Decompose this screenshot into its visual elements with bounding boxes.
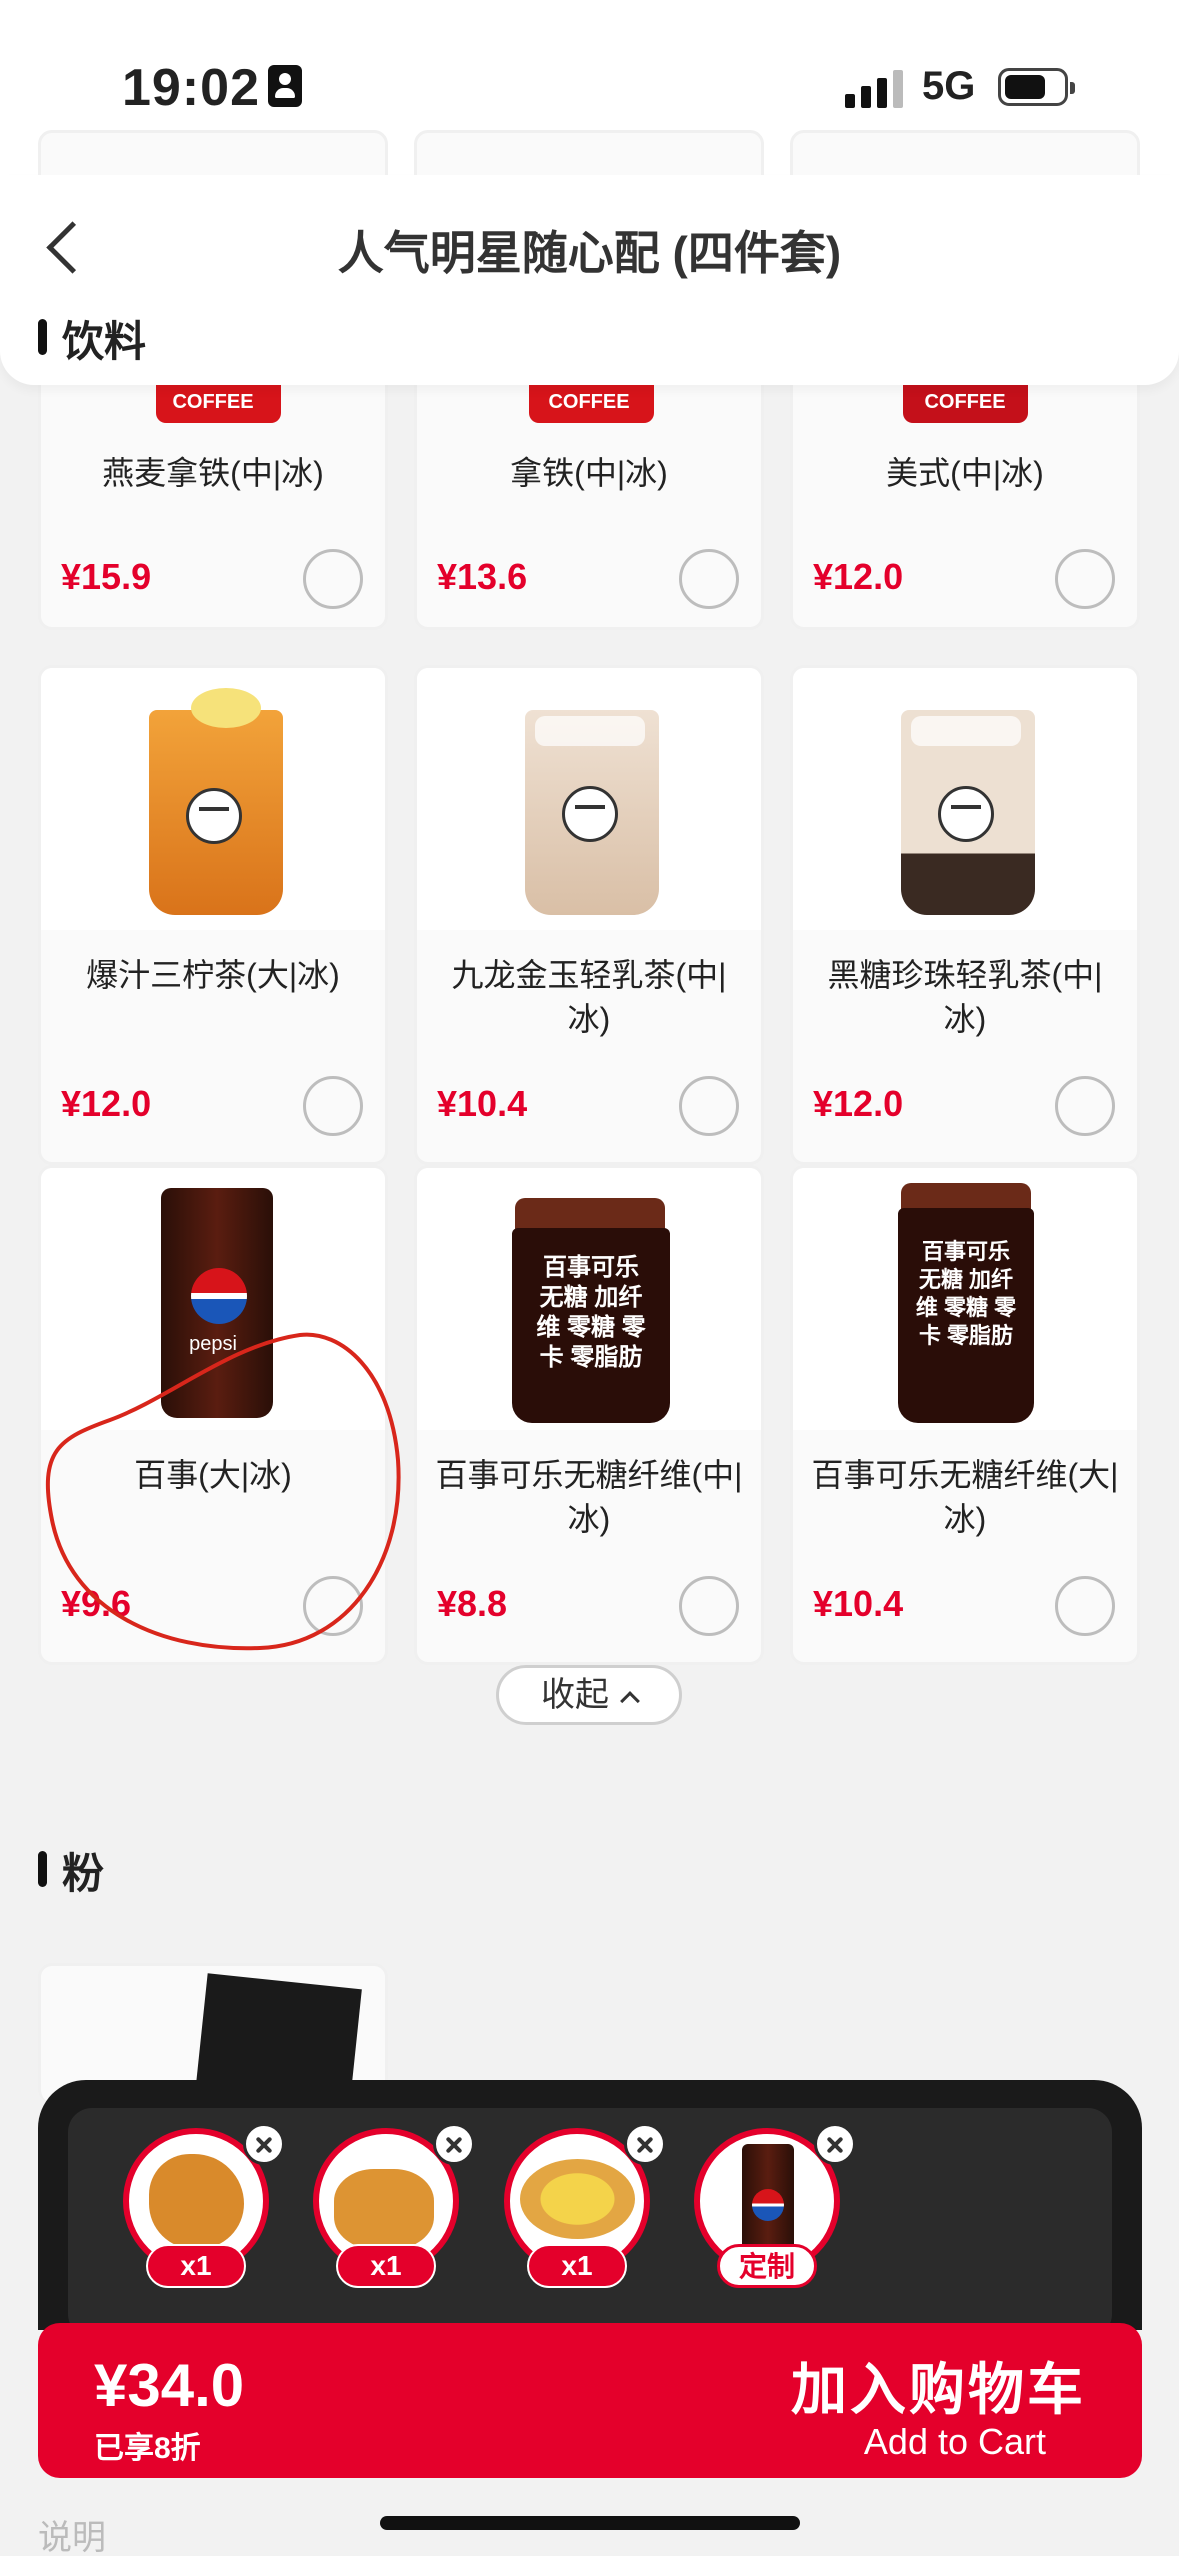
select-radio[interactable]	[303, 1076, 363, 1136]
product-card[interactable]: 九龙金玉轻乳茶(中|冰) ¥10.4	[414, 665, 764, 1165]
mascot-logo	[562, 786, 618, 842]
header: 人气明星随心配 (四件套) 饮料	[0, 175, 1179, 385]
select-radio[interactable]	[1055, 549, 1115, 609]
select-radio[interactable]	[679, 1076, 739, 1136]
product-card[interactable]: pepsi 百事(大|冰) ¥9.6	[38, 1165, 388, 1665]
product-name: 百事(大|冰)	[134, 1457, 292, 1493]
select-radio[interactable]	[679, 1576, 739, 1636]
collapse-label: 收起	[541, 1676, 609, 1714]
select-radio[interactable]	[303, 549, 363, 609]
person-icon	[268, 65, 302, 107]
cup-label: 百事可乐无糖 加纤维 零糖 零卡 零脂肪	[536, 1254, 646, 1371]
section-title-noodles: 粉	[62, 1850, 105, 1897]
product-name: 燕麦拿铁(中|冰)	[102, 455, 324, 491]
product-card[interactable]: 爆汁三柠茶(大|冰) ¥12.0	[38, 665, 388, 1165]
product-image: 百事可乐无糖 加纤维 零糖 零卡 零脂肪	[417, 1168, 761, 1430]
quantity-badge: x1	[527, 2244, 627, 2288]
discount-label: 已享8折	[94, 2432, 201, 2465]
cup-label: pepsi	[189, 1333, 237, 1355]
selection-tray: x1 x1 x1 定制	[38, 2080, 1142, 2338]
mascot-logo	[186, 788, 242, 844]
network-label: 5G	[922, 64, 976, 108]
product-name: 黑糖珍珠轻乳茶(中|冰)	[827, 957, 1103, 1037]
product-price: ¥10.4	[813, 1583, 904, 1624]
product-card[interactable]: 百事可乐无糖 加纤维 零糖 零卡 零脂肪 百事可乐无糖纤维(中|冰) ¥8.8	[414, 1165, 764, 1665]
product-price: ¥12.0	[813, 556, 904, 597]
product-image	[793, 668, 1137, 930]
product-name: 美式(中|冰)	[886, 455, 1044, 491]
add-to-cart-bar[interactable]: ¥34.0 已享8折 加入购物车 Add to Cart	[38, 2323, 1142, 2478]
product-name: 拿铁(中|冰)	[510, 455, 668, 491]
collapse-button[interactable]: 收起	[496, 1665, 682, 1725]
note-label: 说明	[38, 2519, 106, 2556]
home-indicator[interactable]	[380, 2516, 800, 2530]
remove-item-button[interactable]	[624, 2123, 666, 2165]
status-time: 19:02	[122, 59, 260, 117]
select-radio[interactable]	[303, 1576, 363, 1636]
battery-icon	[998, 68, 1075, 106]
add-to-cart-subtitle: Add to Cart	[863, 2421, 1046, 2462]
cup-label: COFFEE	[172, 391, 254, 413]
product-name: 九龙金玉轻乳茶(中|冰)	[451, 957, 727, 1037]
page-title: 人气明星随心配 (四件套)	[337, 227, 842, 279]
section-marker	[38, 1851, 47, 1887]
product-name: 爆汁三柠茶(大|冰)	[86, 957, 340, 993]
section-marker	[38, 319, 47, 355]
cup-label: 百事可乐无糖 加纤维 零糖 零卡 零脂肪	[915, 1239, 1017, 1348]
pepsi-logo-icon	[191, 1268, 247, 1324]
selection-tray-inner: x1 x1 x1 定制	[68, 2108, 1112, 2338]
product-card[interactable]: 百事可乐无糖 加纤维 零糖 零卡 零脂肪 百事可乐无糖纤维(大|冰) ¥10.4	[790, 1165, 1140, 1665]
product-image	[417, 668, 761, 930]
section-title-drinks: 饮料	[62, 318, 147, 365]
customize-badge[interactable]: 定制	[717, 2244, 817, 2288]
product-price: ¥10.4	[437, 1083, 528, 1124]
remove-item-button[interactable]	[243, 2123, 285, 2165]
product-card[interactable]: 黑糖珍珠轻乳茶(中|冰) ¥12.0	[790, 665, 1140, 1165]
quantity-badge: x1	[336, 2244, 436, 2288]
remove-item-button[interactable]	[433, 2123, 475, 2165]
select-radio[interactable]	[679, 549, 739, 609]
chevron-up-icon	[620, 1691, 640, 1711]
product-name: 百事可乐无糖纤维(中|冰)	[435, 1457, 743, 1537]
quantity-badge: x1	[146, 2244, 246, 2288]
total-price: ¥34.0	[94, 2352, 245, 2419]
product-price: ¥9.6	[61, 1583, 132, 1624]
cup-label: COFFEE	[924, 391, 1006, 413]
product-image	[41, 668, 385, 930]
remove-item-button[interactable]	[814, 2123, 856, 2165]
product-image: 百事可乐无糖 加纤维 零糖 零卡 零脂肪	[793, 1168, 1137, 1430]
product-price: ¥8.8	[437, 1583, 508, 1624]
product-price: ¥12.0	[61, 1083, 152, 1124]
product-image: pepsi	[41, 1168, 385, 1430]
add-to-cart-button[interactable]: 加入购物车	[791, 2345, 1086, 2426]
mascot-logo	[938, 786, 994, 842]
product-name: 百事可乐无糖纤维(大|冰)	[811, 1457, 1119, 1537]
cup-label: COFFEE	[548, 391, 630, 413]
product-price: ¥13.6	[437, 556, 528, 597]
select-radio[interactable]	[1055, 1576, 1115, 1636]
product-price: ¥15.9	[61, 556, 152, 597]
product-price: ¥12.0	[813, 1083, 904, 1124]
select-radio[interactable]	[1055, 1076, 1115, 1136]
signal-icon	[845, 70, 905, 108]
